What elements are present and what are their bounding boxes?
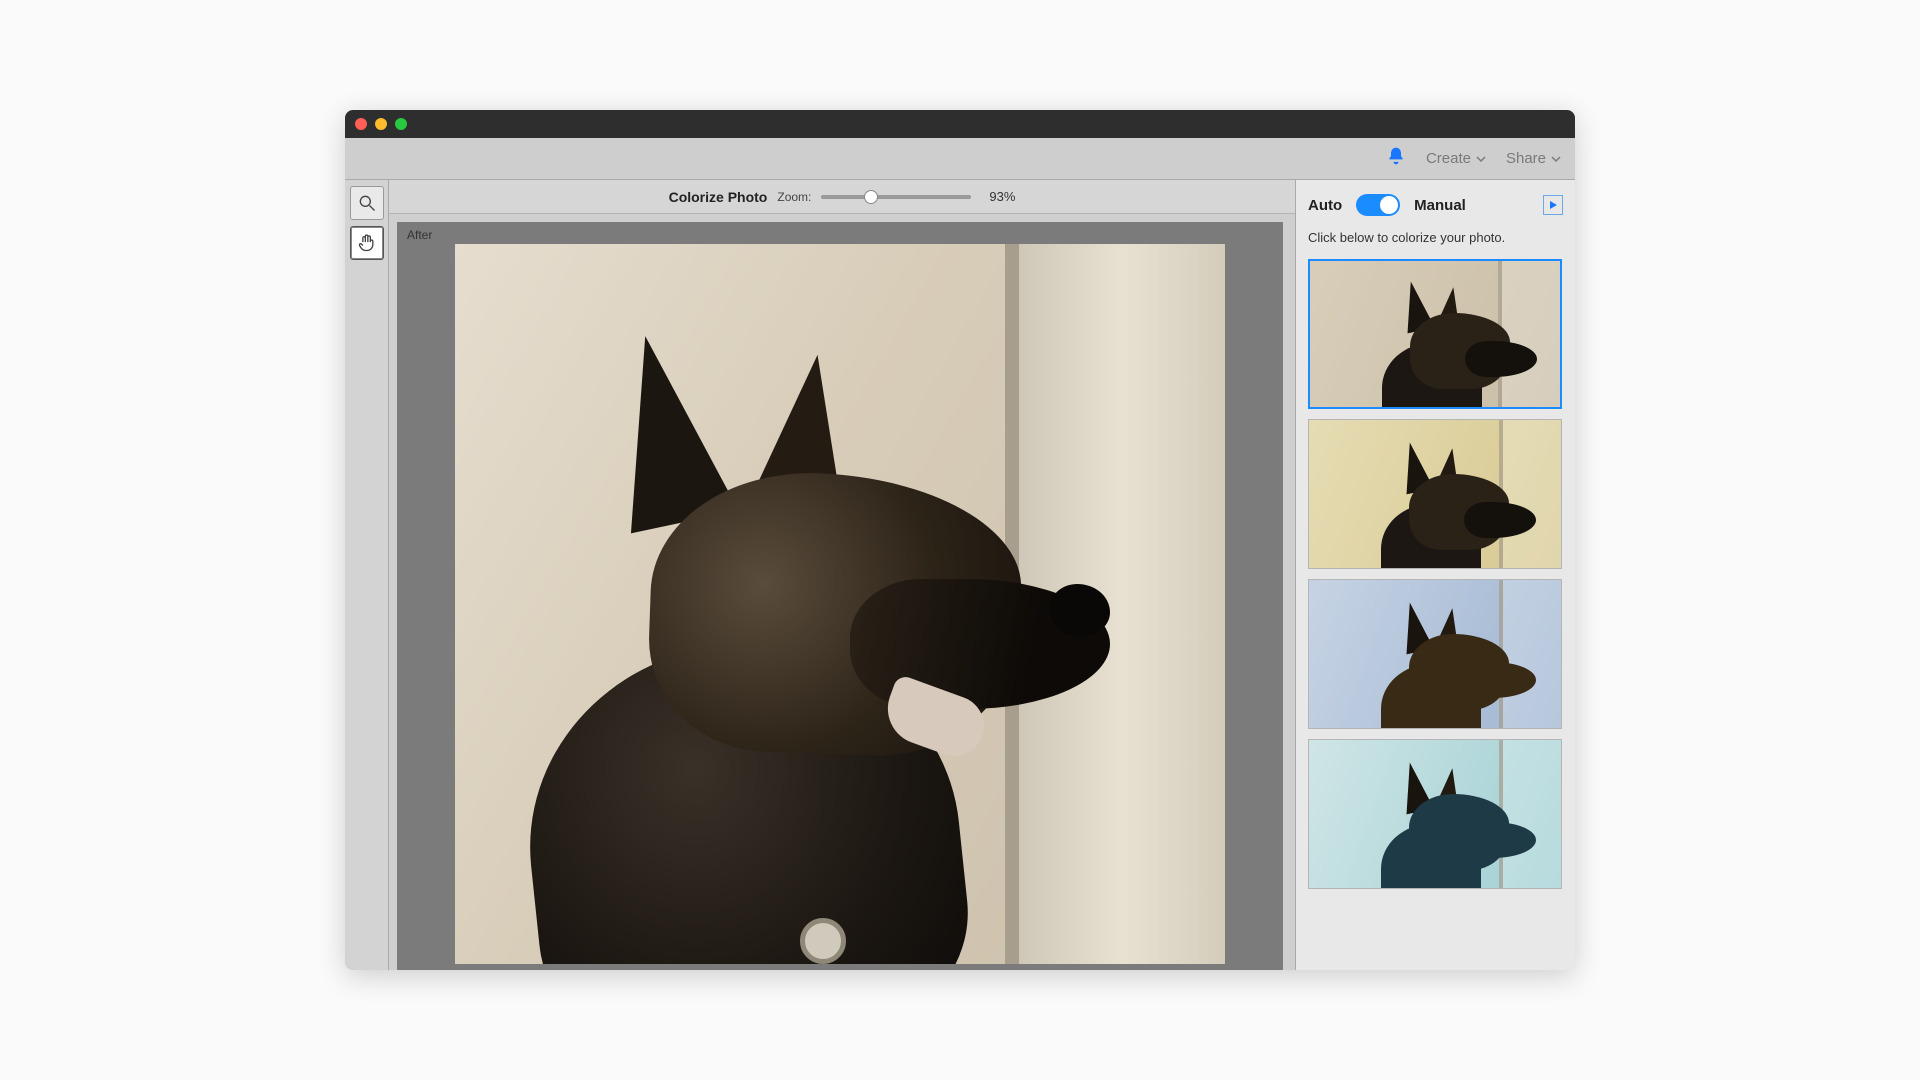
chevron-down-icon xyxy=(1551,154,1561,164)
manual-label: Manual xyxy=(1414,197,1466,214)
canvas-header: Colorize Photo Zoom: 93% xyxy=(389,180,1295,214)
swatch-sepia[interactable] xyxy=(1308,259,1562,409)
magnifier-icon xyxy=(357,193,377,213)
share-label: Share xyxy=(1506,150,1546,167)
window-zoom-icon[interactable] xyxy=(395,118,407,130)
zoom-slider[interactable] xyxy=(821,195,971,199)
window-close-icon[interactable] xyxy=(355,118,367,130)
auto-label: Auto xyxy=(1308,197,1342,214)
zoom-value: 93% xyxy=(989,189,1015,204)
swatch-warm[interactable] xyxy=(1308,419,1562,569)
left-toolbar xyxy=(345,180,389,970)
chevron-down-icon xyxy=(1476,154,1486,164)
photo-dog xyxy=(490,344,1140,964)
share-menu[interactable]: Share xyxy=(1506,150,1561,167)
menubar: Create Share xyxy=(345,138,1575,180)
window-minimize-icon[interactable] xyxy=(375,118,387,130)
hand-icon xyxy=(357,233,377,253)
feature-title: Colorize Photo xyxy=(669,189,768,205)
app-body: Colorize Photo Zoom: 93% After xyxy=(345,180,1575,970)
right-panel: Auto Manual Click below to colorize your… xyxy=(1295,180,1575,970)
colorize-swatches xyxy=(1308,259,1563,889)
canvas-wrap: After xyxy=(397,222,1283,970)
zoom-label: Zoom: xyxy=(777,190,811,204)
swatch-cool[interactable] xyxy=(1308,579,1562,729)
center-area: Colorize Photo Zoom: 93% After xyxy=(389,180,1295,970)
auto-manual-toggle[interactable] xyxy=(1356,194,1400,216)
create-label: Create xyxy=(1426,150,1471,167)
play-icon xyxy=(1548,200,1558,210)
hint-text: Click below to colorize your photo. xyxy=(1308,230,1563,245)
after-label: After xyxy=(407,228,432,242)
swatch-teal[interactable] xyxy=(1308,739,1562,889)
zoom-tool[interactable] xyxy=(350,186,384,220)
app-window: Create Share Colorize Photo Zoom: 9 xyxy=(345,110,1575,970)
canvas[interactable] xyxy=(455,244,1225,964)
titlebar xyxy=(345,110,1575,138)
hand-tool[interactable] xyxy=(350,226,384,260)
notifications-bell-icon[interactable] xyxy=(1386,146,1406,171)
create-menu[interactable]: Create xyxy=(1426,150,1486,167)
tutorial-play-button[interactable] xyxy=(1543,195,1563,215)
mode-row: Auto Manual xyxy=(1308,194,1563,216)
